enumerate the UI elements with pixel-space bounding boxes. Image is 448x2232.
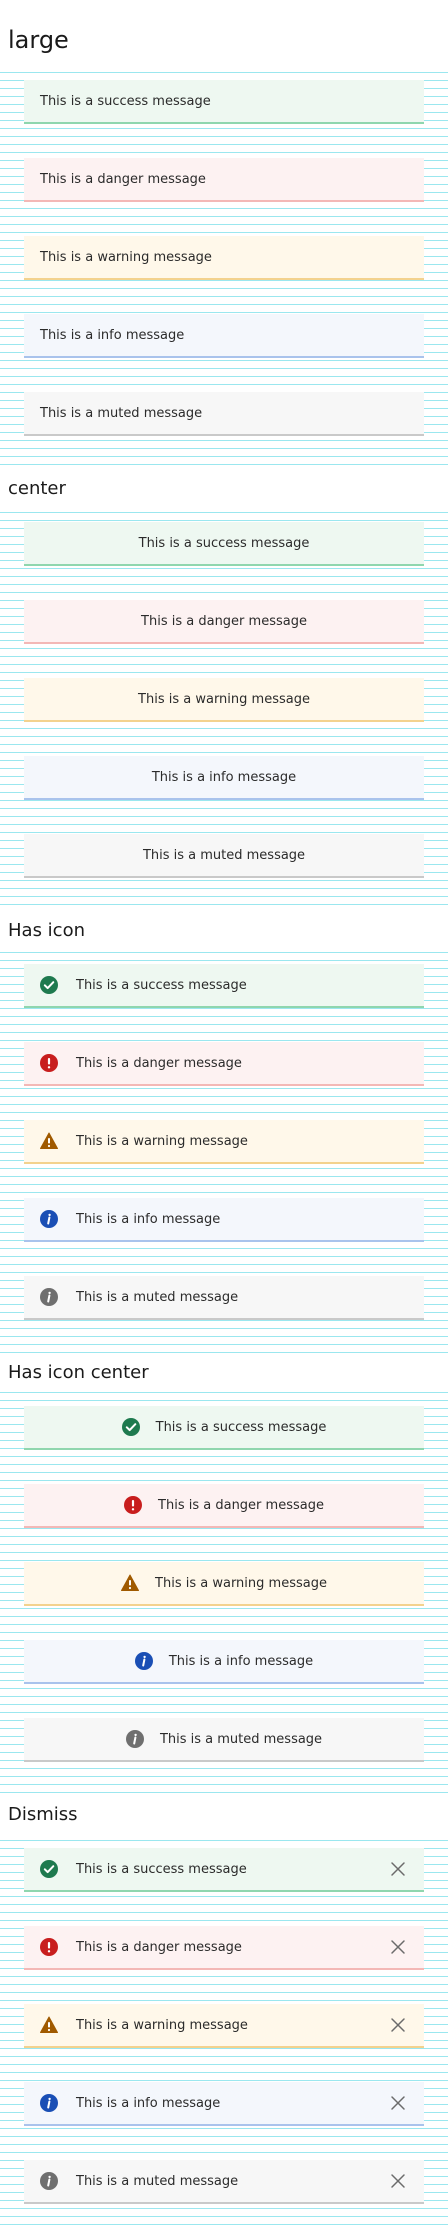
section-heading-has-icon-center: Has icon center [0,1354,448,1392]
alert-muted: This is a muted message [24,1276,424,1320]
check-circle-icon [40,976,58,994]
alert-text: This is a success message [138,535,310,551]
section-heading-center: center [0,470,448,508]
alert-warning: This is a warning message [24,678,424,722]
alert-info: This is a info message [24,314,424,358]
alert-text: This is a warning message [138,691,310,707]
alert-warning: This is a warning message [24,1562,424,1606]
alert-text: This is a info message [151,769,297,785]
alert-text: This is a danger message [141,613,307,629]
alert-text: This is a danger message [76,1939,242,1955]
alert-muted: This is a muted message [24,2160,424,2204]
check-circle-icon [40,1860,58,1878]
alert-list-has-icon: This is a success message This is a dang… [0,964,448,1320]
alert-text: This is a warning message [155,1575,327,1591]
section-large: large This is a success message This is … [0,0,448,436]
check-circle-icon [121,1418,140,1436]
alert-text: This is a info message [76,2095,221,2111]
alert-success: This is a success message [24,1848,424,1892]
alert-text: This is a muted message [76,2173,239,2189]
info-circle-icon [125,1730,144,1748]
close-icon[interactable] [390,1861,406,1877]
alert-success: This is a success message [24,1406,424,1450]
alert-muted: This is a muted message [24,834,424,878]
alert-warning: This is a warning message [24,1120,424,1164]
alert-danger: This is a danger message [24,600,424,644]
section-heading-large: large [0,0,448,66]
info-circle-icon [134,1652,153,1670]
alert-warning: This is a warning message [24,2004,424,2048]
warning-triangle-icon [40,1132,58,1150]
close-icon[interactable] [390,1939,406,1955]
alert-text: This is a warning message [76,2017,248,2033]
section-dismiss: Dismiss This is a success message This i… [0,1796,448,2204]
alert-text: This is a info message [76,1211,221,1227]
section-heading-has-icon: Has icon [0,912,448,950]
alert-text: This is a success message [155,1419,327,1435]
alert-text: This is a success message [76,1861,247,1877]
exclamation-circle-icon [40,1938,58,1956]
alert-info: This is a info message [24,1198,424,1242]
close-icon[interactable] [390,2017,406,2033]
section-center: center This is a success message This is… [0,470,448,878]
close-icon[interactable] [390,2095,406,2111]
alert-list-center: This is a success message This is a dang… [0,522,448,878]
section-has-icon-center: Has icon center This is a success messag… [0,1354,448,1762]
alert-info: This is a info message [24,756,424,800]
alert-text: This is a info message [168,1653,314,1669]
alert-list-dismiss: This is a success message This is a dang… [0,1848,448,2204]
alert-danger: This is a danger message [24,158,424,202]
info-circle-icon [40,1288,58,1306]
warning-triangle-icon [121,1574,140,1592]
alert-text: This is a muted message [76,1289,239,1305]
info-circle-icon [40,2094,58,2112]
warning-triangle-icon [40,2016,58,2034]
alert-muted: This is a muted message [24,392,424,436]
alert-success: This is a success message [24,80,424,124]
alert-text: This is a danger message [40,171,206,187]
section-heading-dismiss: Dismiss [0,1796,448,1834]
page: large This is a success message This is … [0,0,448,2232]
alert-text: This is a warning message [40,249,212,265]
alert-text: This is a success message [76,977,247,993]
alert-text: This is a info message [40,327,185,343]
alert-warning: This is a warning message [24,236,424,280]
alert-text: This is a warning message [76,1133,248,1149]
section-has-icon: Has icon This is a success message This … [0,912,448,1320]
alert-text: This is a muted message [40,405,203,421]
alert-success: This is a success message [24,964,424,1008]
alert-text: This is a muted message [142,847,306,863]
exclamation-circle-icon [40,1054,58,1072]
alert-text: This is a muted message [159,1731,323,1747]
info-circle-icon [40,1210,58,1228]
alert-info: This is a info message [24,2082,424,2126]
alert-info: This is a info message [24,1640,424,1684]
info-circle-icon [40,2172,58,2190]
alert-text: This is a danger message [158,1497,324,1513]
alert-text: This is a danger message [76,1055,242,1071]
close-icon[interactable] [390,2173,406,2189]
alert-success: This is a success message [24,522,424,566]
alert-danger: This is a danger message [24,1926,424,1970]
alert-text: This is a success message [40,93,211,109]
alert-muted: This is a muted message [24,1718,424,1762]
exclamation-circle-icon [124,1496,143,1514]
alert-danger: This is a danger message [24,1042,424,1086]
alert-list-large: This is a success message This is a dang… [0,80,448,436]
alert-list-has-icon-center: This is a success message This is a dang… [0,1406,448,1762]
alert-danger: This is a danger message [24,1484,424,1528]
